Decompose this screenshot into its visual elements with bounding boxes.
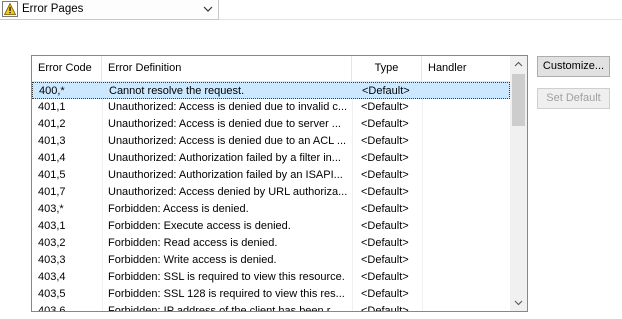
type-cell: <Default> — [361, 203, 409, 215]
chevron-down-icon[interactable] — [202, 3, 214, 15]
error-code-cell: 403,2 — [38, 237, 66, 249]
handler-cell — [427, 150, 505, 167]
error-code-cell: 401,7 — [38, 186, 66, 198]
column-header-error-code[interactable]: Error Code — [32, 56, 102, 81]
scroll-down-icon[interactable] — [510, 294, 527, 311]
table-row[interactable]: 401,1 Unauthorized: Access is denied due … — [32, 99, 510, 116]
error-code-cell: 403,1 — [38, 220, 66, 232]
error-definition-cell: Unauthorized: Access denied by URL autho… — [108, 186, 348, 198]
error-code-cell: 403,6 — [38, 305, 66, 312]
error-code-cell: 401,3 — [38, 135, 66, 147]
table-row[interactable]: 403,5 Forbidden: SSL 128 is required to v… — [32, 286, 510, 303]
error-definition-cell: Forbidden: Execute access is denied. — [108, 220, 291, 232]
type-cell: <Default> — [361, 135, 409, 147]
error-definition-cell: Unauthorized: Access is denied due to in… — [108, 101, 348, 113]
error-definition-cell: Cannot resolve the request. — [109, 85, 245, 97]
table-row[interactable]: 403,6 Forbidden: IP address of the client… — [32, 303, 510, 312]
set-default-button[interactable]: Set Default — [537, 88, 610, 109]
handler-cell — [428, 83, 506, 100]
type-cell: <Default> — [361, 118, 409, 130]
table-row[interactable]: 403,2 Forbidden: Read access is denied. <D… — [32, 235, 510, 252]
error-code-cell: 401,2 — [38, 118, 66, 130]
table-row[interactable]: 401,4 Unauthorized: Authorization failed … — [32, 150, 510, 167]
error-definition-cell: Forbidden: Read access is denied. — [108, 237, 278, 249]
table-row[interactable]: 401,5 Unauthorized: Authorization failed … — [32, 167, 510, 184]
error-definition-cell: Forbidden: Write access is denied. — [108, 254, 277, 266]
type-cell: <Default> — [361, 152, 409, 164]
type-cell: <Default> — [361, 220, 409, 232]
type-cell: <Default> — [361, 186, 409, 198]
table-row[interactable]: 400,* Cannot resolve the request. <Default… — [32, 82, 510, 99]
type-cell: <Default> — [361, 101, 409, 113]
table-row[interactable]: 401,2 Unauthorized: Access is denied due … — [32, 116, 510, 133]
vertical-scrollbar[interactable] — [510, 56, 527, 311]
error-pages-list[interactable]: Error Code Error Definition Type Handler… — [31, 55, 528, 312]
warning-icon — [2, 1, 18, 17]
type-cell: <Default> — [361, 254, 409, 266]
type-cell: <Default> — [362, 85, 410, 97]
handler-cell — [427, 252, 505, 269]
error-code-cell: 401,5 — [38, 169, 66, 181]
error-definition-cell: Unauthorized: Authorization failed by an… — [108, 169, 343, 181]
table-row[interactable]: 403,3 Forbidden: Write access is denied. <… — [32, 252, 510, 269]
handler-cell — [427, 303, 505, 311]
handler-cell — [427, 201, 505, 218]
handler-cell — [427, 99, 505, 116]
error-code-cell: 401,1 — [38, 101, 66, 113]
customize-button[interactable]: Customize... — [537, 56, 610, 77]
handler-cell — [427, 116, 505, 133]
handler-cell — [427, 167, 505, 184]
table-row[interactable]: 401,3 Unauthorized: Access is denied due … — [32, 133, 510, 150]
handler-cell — [427, 218, 505, 235]
scrollbar-thumb[interactable] — [512, 74, 525, 126]
error-code-cell: 403,5 — [38, 288, 66, 300]
column-header-error-definition[interactable]: Error Definition — [102, 56, 352, 81]
column-header-type[interactable]: Type — [352, 56, 422, 81]
type-cell: <Default> — [361, 237, 409, 249]
error-pages-dropdown[interactable]: Error Pages — [0, 0, 219, 20]
type-cell: <Default> — [361, 288, 409, 300]
table-row[interactable]: 403,1 Forbidden: Execute access is denied… — [32, 218, 510, 235]
dropdown-title: Error Pages — [22, 3, 84, 15]
type-cell: <Default> — [361, 271, 409, 283]
error-definition-cell: Unauthorized: Authorization failed by a … — [108, 152, 341, 164]
error-definition-cell: Forbidden: IP address of the client has … — [108, 305, 339, 312]
handler-cell — [427, 133, 505, 150]
error-definition-cell: Forbidden: Access is denied. — [108, 203, 249, 215]
table-row[interactable]: 403,4 Forbidden: SSL is required to view … — [32, 269, 510, 286]
table-row[interactable]: 401,7 Unauthorized: Access denied by URL … — [32, 184, 510, 201]
error-definition-cell: Unauthorized: Access is denied due to an… — [108, 135, 347, 147]
list-header: Error Code Error Definition Type Handler — [32, 56, 510, 82]
handler-cell — [427, 286, 505, 303]
column-header-handler[interactable]: Handler — [422, 56, 510, 81]
handler-cell — [427, 235, 505, 252]
divider — [219, 19, 622, 20]
error-code-cell: 403,4 — [38, 271, 66, 283]
table-row[interactable]: 403,* Forbidden: Access is denied. <Defaul… — [32, 201, 510, 218]
error-code-cell: 401,4 — [38, 152, 66, 164]
handler-cell — [427, 184, 505, 201]
error-code-cell: 400,* — [39, 85, 65, 97]
type-cell: <Default> — [361, 305, 409, 312]
error-definition-cell: Forbidden: SSL is required to view this … — [108, 271, 345, 283]
scroll-up-icon[interactable] — [510, 56, 527, 73]
error-code-cell: 403,3 — [38, 254, 66, 266]
error-definition-cell: Forbidden: SSL 128 is required to view t… — [108, 288, 345, 300]
handler-cell — [427, 269, 505, 286]
error-definition-cell: Unauthorized: Access is denied due to se… — [108, 118, 341, 130]
error-code-cell: 403,* — [38, 203, 64, 215]
type-cell: <Default> — [361, 169, 409, 181]
